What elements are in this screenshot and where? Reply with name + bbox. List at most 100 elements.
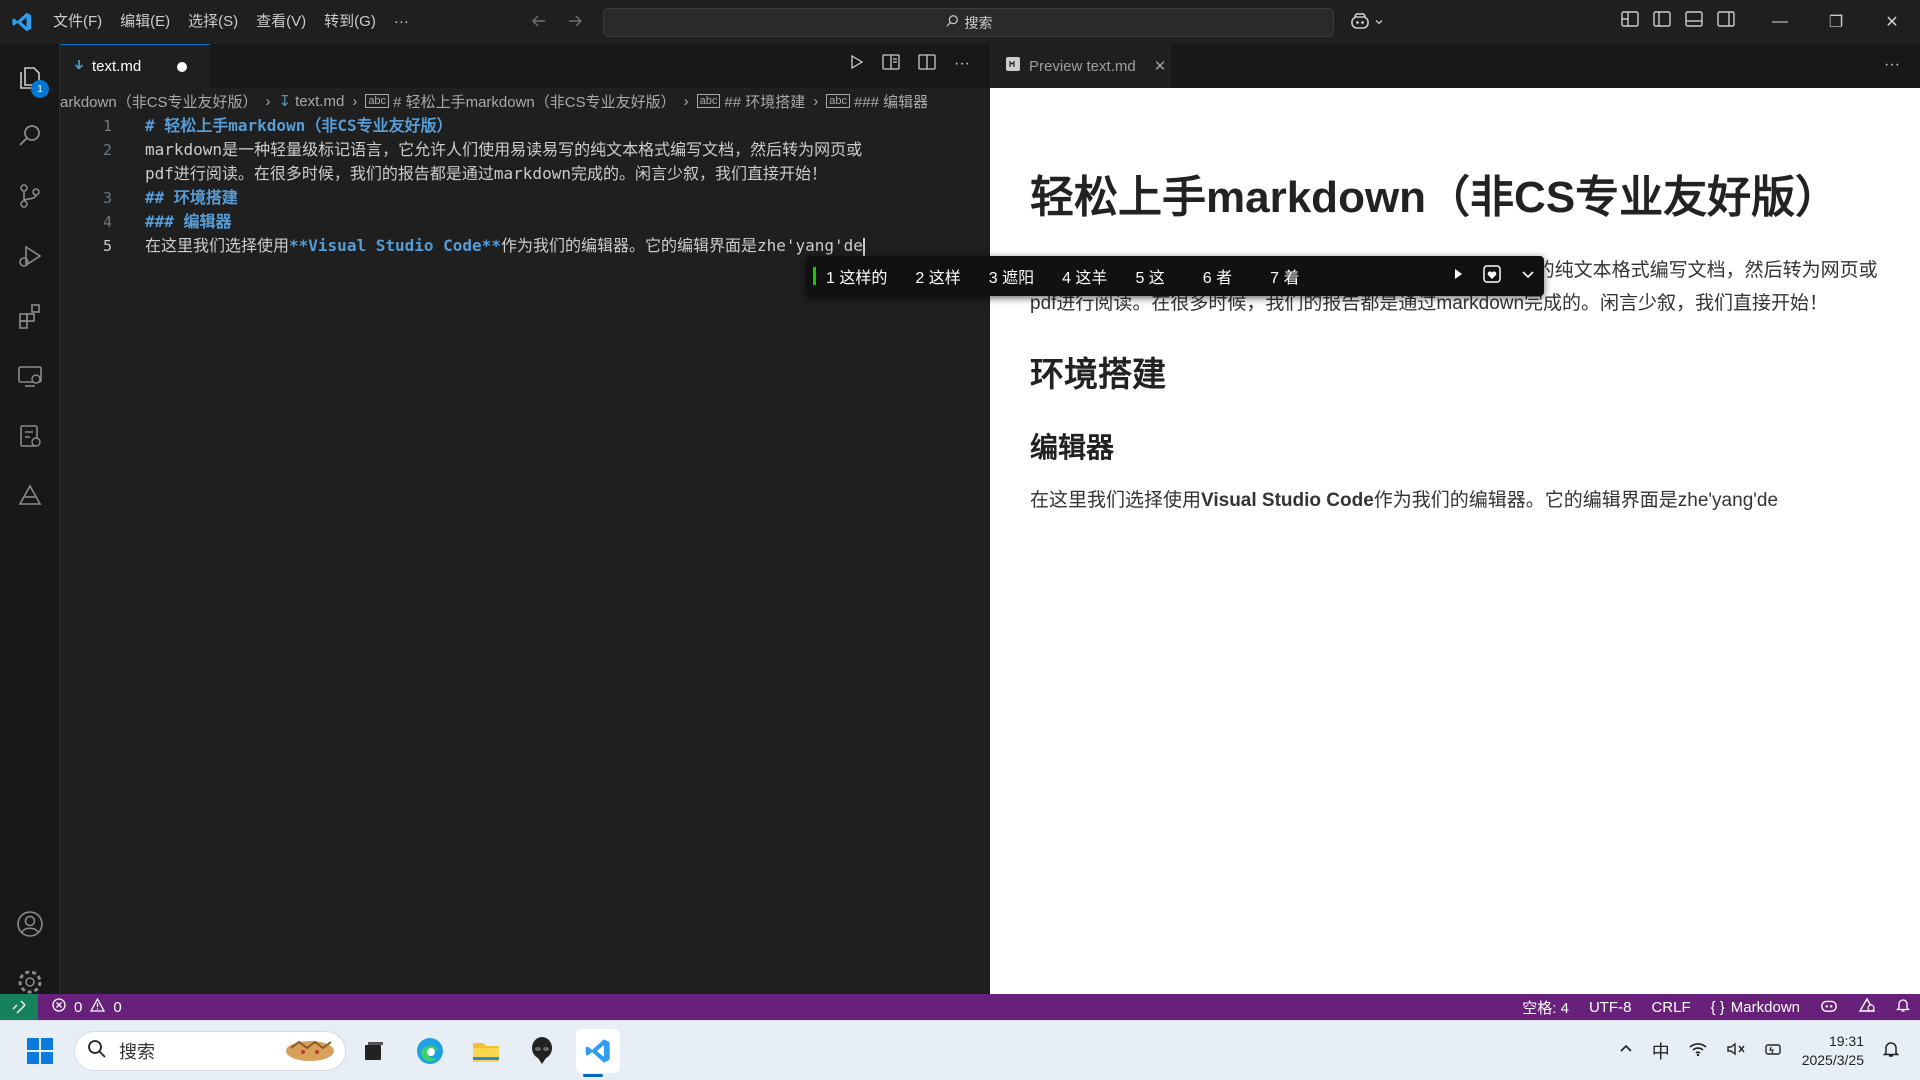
forward-arrow-icon[interactable]: [566, 12, 584, 33]
copilot-chat-icon[interactable]: [0, 468, 60, 524]
next-page-icon[interactable]: [1452, 267, 1464, 285]
extensions-icon[interactable]: [0, 288, 60, 344]
tab-text-md[interactable]: text.md: [60, 44, 210, 88]
code-line-wrapped: pdf进行阅读。在很多时候，我们的报告都是通过markdown完成的。闲言少叙，…: [60, 162, 990, 186]
vscode-logo-icon[interactable]: [0, 0, 44, 44]
back-arrow-icon[interactable]: [530, 12, 548, 33]
tab-preview[interactable]: Preview text.md ✕: [991, 44, 1171, 88]
edge-browser-icon[interactable]: [410, 1031, 450, 1071]
menu-more[interactable]: ···: [385, 0, 418, 44]
run-debug-icon[interactable]: [0, 228, 60, 284]
system-tray: 中 19:31 2025/3/25: [1618, 1021, 1900, 1080]
breadcrumb-h2[interactable]: ## 环境搭建: [724, 91, 805, 112]
remote-indicator-icon[interactable]: [0, 994, 38, 1020]
customize-layout-icon[interactable]: [1620, 10, 1640, 31]
code-editor[interactable]: 1 # 轻松上手markdown（非CS专业友好版） 2 markdown是一种…: [60, 114, 990, 258]
search-highlight-icon: [283, 1034, 337, 1069]
line-number: 4: [102, 213, 112, 231]
task-view-icon[interactable]: [354, 1031, 394, 1071]
problems-indicator[interactable]: 0 0: [38, 997, 122, 1016]
menu-file[interactable]: 文件(F): [44, 0, 111, 44]
volume-muted-icon[interactable]: [1726, 1041, 1746, 1062]
more-actions-icon[interactable]: ···: [954, 55, 970, 73]
active-app-indicator: [583, 1074, 603, 1077]
toggle-panel-icon[interactable]: [1684, 10, 1704, 31]
notifications-bell-icon[interactable]: [1895, 997, 1911, 1017]
explorer-icon[interactable]: 1: [0, 50, 60, 106]
preview-bold-text: Visual Studio Code: [1201, 490, 1374, 511]
copilot-status-icon[interactable]: [1820, 997, 1838, 1017]
taskbar-clock[interactable]: 19:31 2025/3/25: [1802, 1032, 1864, 1070]
code-text-plain: 作为我们的编辑器。它的编辑界面是zhe'yang'de: [500, 236, 863, 255]
indentation-status[interactable]: 空格: 4: [1522, 997, 1569, 1018]
accounts-icon[interactable]: [0, 896, 60, 952]
ime-candidate[interactable]: 3 遮阳: [989, 264, 1034, 288]
source-control-icon[interactable]: [0, 168, 60, 224]
ime-candidate[interactable]: 5 这: [1135, 264, 1164, 288]
language-mode[interactable]: { } Markdown: [1711, 999, 1800, 1016]
line-number: 5: [102, 237, 112, 255]
feedback-icon[interactable]: [1858, 997, 1876, 1017]
breadcrumb-h3[interactable]: ### 编辑器: [854, 91, 928, 112]
split-editor-icon[interactable]: [918, 54, 936, 73]
status-right: 空格: 4 UTF-8 CRLF { } Markdown: [1522, 994, 1911, 1020]
testing-icon[interactable]: [0, 408, 60, 464]
favorite-heart-icon[interactable]: [1482, 264, 1502, 289]
code-line: 4 ### 编辑器: [60, 210, 990, 234]
chevron-down-icon[interactable]: [1520, 266, 1536, 287]
menu-selection[interactable]: 选择(S): [179, 0, 247, 44]
ime-candidate[interactable]: 4 这羊: [1062, 264, 1107, 288]
battery-icon[interactable]: [1764, 1041, 1784, 1062]
code-text: 在这里我们选择使用**Visual Studio Code**作为我们的编辑器。…: [145, 234, 865, 258]
notification-bell-icon[interactable]: [1882, 1040, 1900, 1063]
title-bar: 文件(F) 编辑(E) 选择(S) 查看(V) 转到(G) ··· 搜索 — ❐…: [0, 0, 1920, 44]
code-line: 2 markdown是一种轻量级标记语言，它允许人们使用易读易写的纯文本格式编写…: [60, 138, 990, 162]
alien-app-icon[interactable]: [522, 1031, 562, 1071]
wifi-icon[interactable]: [1688, 1041, 1708, 1062]
ime-mode-indicator[interactable]: 中: [1652, 1038, 1670, 1064]
open-preview-icon[interactable]: [882, 54, 900, 73]
chevron-up-icon[interactable]: [1618, 1041, 1634, 1062]
search-icon[interactable]: [0, 108, 60, 164]
menu-edit[interactable]: 编辑(E): [111, 0, 179, 44]
close-icon[interactable]: ✕: [1154, 57, 1167, 75]
symbol-string-icon: abc: [826, 94, 850, 108]
more-actions-icon[interactable]: ···: [1884, 56, 1900, 74]
breadcrumb-file[interactable]: text.md: [295, 93, 344, 110]
encoding-status[interactable]: UTF-8: [1589, 999, 1632, 1016]
vscode-taskbar-icon[interactable]: [576, 1029, 620, 1073]
copilot-button[interactable]: [1350, 10, 1384, 34]
ime-candidate[interactable]: 6 者: [1203, 264, 1232, 288]
taskbar-search[interactable]: 搜索: [74, 1031, 346, 1071]
breadcrumb-h1[interactable]: # 轻松上手markdown（非CS专业友好版）: [393, 91, 676, 112]
activity-bar: 1: [0, 44, 60, 994]
ime-candidate[interactable]: 2 这样: [915, 264, 960, 288]
run-icon[interactable]: [848, 54, 864, 73]
minimize-icon[interactable]: —: [1752, 0, 1808, 44]
toggle-primary-sidebar-icon[interactable]: [1652, 10, 1672, 31]
braces-icon: { }: [1710, 998, 1725, 1016]
warning-icon: [90, 997, 106, 1016]
line-number: 3: [102, 189, 112, 207]
windows-taskbar: 搜索 中 19:31 2025/3/25: [0, 1020, 1920, 1080]
restore-icon[interactable]: ❐: [1808, 0, 1864, 44]
toggle-secondary-sidebar-icon[interactable]: [1716, 10, 1736, 31]
ime-candidate[interactable]: 1 这样的: [826, 264, 887, 288]
code-line: 1 # 轻松上手markdown（非CS专业友好版）: [60, 114, 990, 138]
command-center-search[interactable]: 搜索: [603, 8, 1334, 37]
ime-candidate[interactable]: 7 着: [1270, 264, 1299, 288]
windows-start-icon[interactable]: [20, 1031, 60, 1071]
line-number: 1: [102, 117, 112, 135]
remote-explorer-icon[interactable]: [0, 348, 60, 404]
close-icon[interactable]: ✕: [1864, 0, 1920, 44]
unsaved-dot-icon[interactable]: [177, 61, 188, 72]
code-line-current: 5 在这里我们选择使用**Visual Studio Code**作为我们的编辑…: [60, 234, 990, 258]
menu-go[interactable]: 转到(G): [315, 0, 385, 44]
menu-view[interactable]: 查看(V): [247, 0, 315, 44]
breadcrumb-folder[interactable]: arkdown（非CS专业友好版）: [60, 91, 258, 112]
file-explorer-icon[interactable]: [466, 1031, 506, 1071]
clock-time: 19:31: [1828, 1033, 1864, 1049]
eol-status[interactable]: CRLF: [1651, 999, 1690, 1016]
code-text: ### 编辑器: [145, 212, 232, 231]
preview-h2: 环境搭建: [1030, 356, 1166, 394]
